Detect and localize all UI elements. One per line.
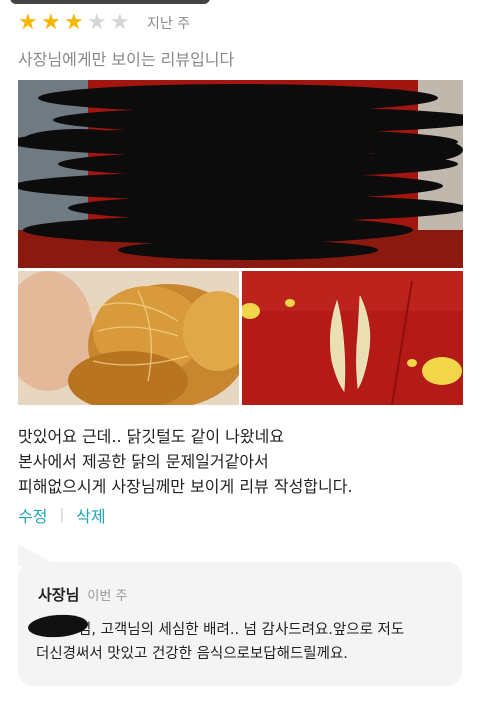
action-divider: | <box>59 507 65 523</box>
review-body: 맛있어요 근데.. 닭깃털도 같이 나왔네요 본사에서 제공한 닭의 문제일거같… <box>18 424 463 499</box>
reply-header: 사장님 이번 주 <box>38 584 127 605</box>
star-rating: ★ ★ ★ ★ ★ <box>18 12 133 34</box>
review-photo-chicken[interactable] <box>18 271 239 405</box>
delete-button[interactable]: 삭제 <box>76 503 105 527</box>
star-icon: ★ <box>18 10 38 35</box>
review-date: 지난 주 <box>147 16 191 32</box>
review-photo-feathers[interactable] <box>242 271 463 405</box>
edit-button[interactable]: 수정 <box>18 503 47 527</box>
star-icon: ★ <box>41 10 61 35</box>
reply-body: 님, 고객님의 세심한 배려.. 넘 감사드려요.앞으로 저도 더신경써서 맛있… <box>36 618 456 666</box>
reply-author: 사장님 <box>38 586 80 604</box>
owner-only-notice: 사장님에게만 보이는 리뷰입니다 <box>18 50 235 69</box>
owner-reply: 사장님 이번 주 님, 고객님의 세심한 배려.. 넘 감사드려요.앞으로 저도… <box>18 562 462 686</box>
rating-row: ★ ★ ★ ★ ★ 지난 주 <box>18 10 190 36</box>
reply-date: 이번 주 <box>87 589 128 604</box>
review-line: 피해없으시게 사장님께만 보이게 리뷰 작성합니다. <box>18 477 353 496</box>
reply-line: 님, 고객님의 세심한 배려.. 넘 감사드려요.앞으로 저도 <box>78 622 405 638</box>
review-line: 본사에서 제공한 닭의 문제일거같아서 <box>18 452 269 471</box>
review-actions: 수정 | 삭제 <box>18 503 106 527</box>
review-line: 맛있어요 근데.. 닭깃털도 같이 나왔네요 <box>18 427 285 446</box>
reply-line: 더신경써서 맛있고 건강한 음식으로보답해드릴께요. <box>36 646 348 662</box>
star-icon: ★ <box>110 10 130 35</box>
review-photo-main[interactable] <box>18 80 463 268</box>
cropped-header-fragment <box>10 0 210 4</box>
star-icon: ★ <box>87 10 107 35</box>
star-icon: ★ <box>64 10 84 35</box>
review-photos <box>18 80 463 405</box>
